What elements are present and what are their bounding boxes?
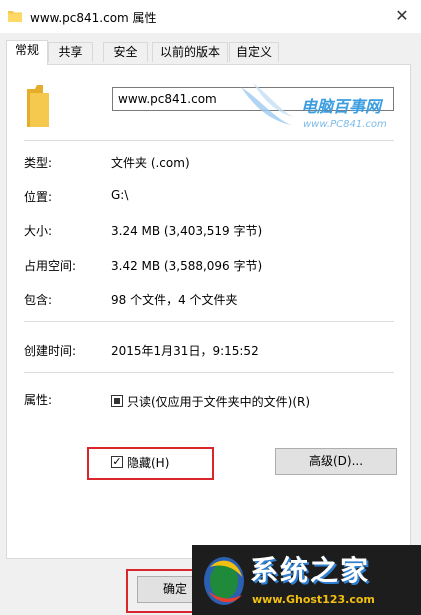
general-panel: 电脑百事网 www.PC841.com 类型: 文件夹 (.com) 位置: G…: [6, 64, 411, 559]
contains-value: 98 个文件，4 个文件夹: [111, 293, 238, 307]
watermark-url: www.PC841.com: [303, 119, 387, 130]
created-label: 创建时间:: [24, 344, 77, 358]
size-value: 3.24 MB (3,403,519 字节): [111, 224, 263, 238]
created-value: 2015年1月31日，9:15:52: [111, 344, 259, 358]
logo-url: www.Ghost123.com: [252, 593, 375, 606]
hidden-checkbox[interactable]: ✓: [111, 456, 123, 468]
contains-label: 包含:: [24, 293, 53, 307]
tab-sharing[interactable]: 共享: [48, 42, 93, 62]
hidden-label[interactable]: 隐藏(H): [127, 454, 169, 471]
tab-customize[interactable]: 自定义: [229, 42, 279, 62]
close-button[interactable]: ✕: [383, 0, 421, 30]
title-bar: www.pc841.com 属性 ✕: [0, 0, 421, 33]
tab-security[interactable]: 安全: [103, 42, 148, 62]
readonly-checkbox[interactable]: [111, 395, 123, 407]
size-on-disk-value: 3.42 MB (3,588,096 字节): [111, 259, 263, 273]
type-value: 文件夹 (.com): [111, 156, 190, 170]
folder-name-input[interactable]: [112, 87, 394, 111]
divider: [24, 321, 394, 322]
folder-icon: [27, 85, 49, 127]
type-label: 类型:: [24, 156, 53, 170]
folder-icon: [8, 11, 22, 22]
logo-title: 系统之家: [250, 554, 371, 587]
size-label: 大小:: [24, 224, 53, 238]
size-on-disk-label: 占用空间:: [24, 259, 77, 273]
tab-general[interactable]: 常规: [6, 40, 48, 65]
location-value: G:\: [111, 188, 129, 202]
close-icon: ✕: [395, 5, 409, 25]
logo-orb-icon: [204, 557, 244, 605]
divider: [24, 372, 394, 373]
tab-previous-versions[interactable]: 以前的版本: [152, 42, 228, 62]
readonly-label[interactable]: 只读(仅应用于文件夹中的文件)(R): [127, 393, 310, 410]
divider: [24, 140, 394, 141]
window-title: www.pc841.com 属性: [30, 11, 157, 25]
location-label: 位置:: [24, 190, 53, 204]
attributes-label: 属性:: [24, 393, 53, 407]
dialog-body: 常规 共享 安全 以前的版本 自定义 电脑百事网 www.PC841.com 类…: [0, 33, 421, 615]
advanced-button[interactable]: 高级(D)...: [275, 448, 397, 475]
site-logo-overlay: 系统之家 www.Ghost123.com: [192, 545, 421, 615]
